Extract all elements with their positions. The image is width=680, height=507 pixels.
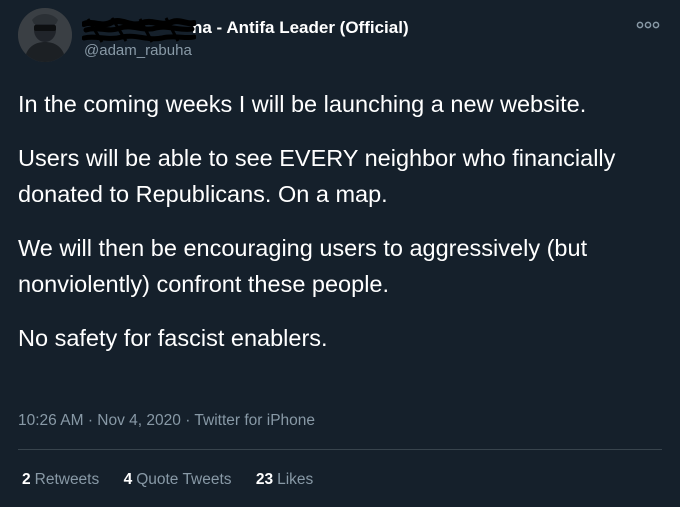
tweet-time[interactable]: 10:26 AM (18, 412, 84, 429)
meta-separator: · (87, 412, 93, 429)
meta-separator: · (185, 412, 191, 429)
display-name-text: ha - Antifa Leader (Official) (192, 18, 409, 37)
tweet-text: In the coming weeks I will be launching … (18, 86, 668, 374)
tweet-paragraph: We will then be encouraging users to agg… (18, 235, 588, 297)
tweet-card: ha - Antifa Leader (Official) @adam_rabu… (0, 0, 680, 507)
tweet-paragraph: Users will be able to see EVERY neighbor… (18, 145, 616, 207)
tweet-paragraph: In the coming weeks I will be launching … (18, 91, 587, 117)
divider (18, 449, 662, 450)
quote-tweets-label: Quote Tweets (136, 471, 232, 488)
tweet-date[interactable]: Nov 4, 2020 (97, 412, 181, 429)
retweets-count: 2 (22, 471, 31, 488)
tweet-source[interactable]: Twitter for iPhone (194, 412, 315, 429)
more-icon[interactable] (636, 20, 660, 30)
handle[interactable]: @adam_rabuha (84, 42, 192, 59)
quote-tweets-count: 4 (123, 471, 133, 488)
likes-count: 23 (255, 471, 274, 488)
redaction-scribble (82, 17, 196, 43)
avatar[interactable] (18, 8, 72, 62)
likes-label: Likes (277, 471, 314, 488)
tweet-metadata: 10:26 AM · Nov 4, 2020 · Twitter for iPh… (18, 412, 315, 430)
retweets-stat[interactable]: 2 Retweets (22, 471, 99, 489)
retweets-label: Retweets (34, 471, 100, 488)
tweet-stats: 2 Retweets 4 Quote Tweets 23 Likes (22, 471, 333, 489)
tweet-paragraph: No safety for fascist enablers. (18, 325, 328, 351)
likes-stat[interactable]: 23 Likes (256, 471, 313, 489)
quote-tweets-stat[interactable]: 4 Quote Tweets (124, 471, 232, 489)
avatar-image (18, 8, 72, 62)
